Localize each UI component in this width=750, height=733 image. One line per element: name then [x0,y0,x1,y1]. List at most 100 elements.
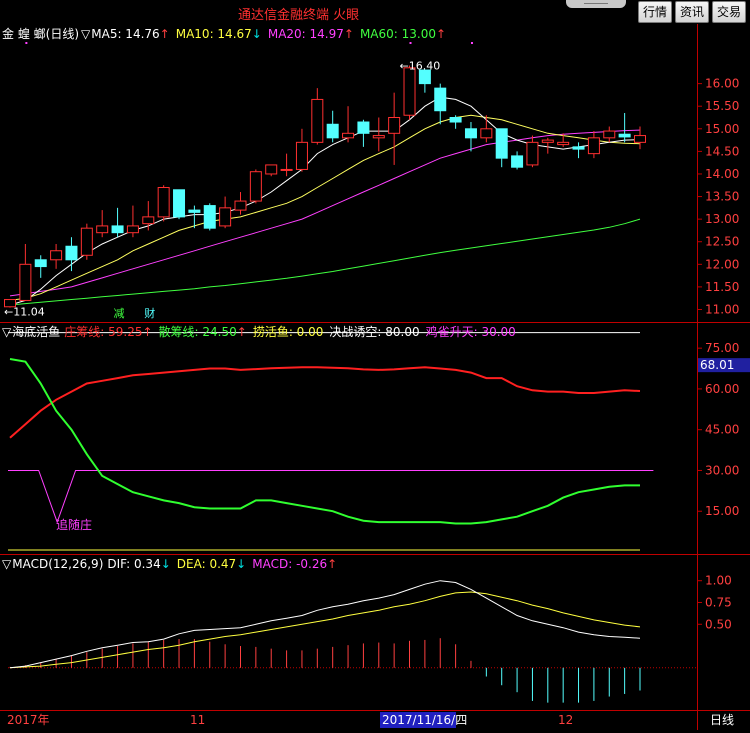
candle-body [65,245,78,261]
fish-indicator-1: 散筹线: 24.50↑ [159,325,247,339]
ma-indicator-2: MA20: 14.97↑ [268,27,354,41]
price-tick-label: 15.50 [705,99,739,113]
candle-body [111,225,124,234]
stock-name: 金 蝗 螂 [2,27,46,41]
candle-body [618,133,631,138]
trend-arrow-icon: ↓ [251,27,262,41]
fish-indicator-0: 庄筹线: 59.25↑ [64,325,152,339]
trend-arrow-icon: ↑ [327,557,338,571]
candle-body [603,130,616,139]
candle-body [372,135,385,139]
fish-panel-info: ▽海底活鱼 庄筹线: 59.25↑ 散筹线: 24.50↑ 捞活鱼: 0.00 决战诱空… [2,324,526,340]
high-price-label: ←16.40 [400,60,441,73]
fish-tick-label: 75.00 [705,341,739,355]
event-marker-finance: 财 [144,306,155,320]
candle-body [526,141,539,166]
trend-arrow-icon: ↑ [159,27,170,41]
follow-banker-annotation: 追随庄 [56,517,92,532]
candle-body [19,263,32,301]
ma-indicator-0: MA5: 14.76↑ [91,27,169,41]
ma20-line [9,129,641,297]
fish-indicator-label: 捞活鱼: 0.00 [252,325,324,339]
cursor-date: 2017/11/16/四 [382,713,467,727]
ma-indicator-label: MA60: 13.00 [359,27,436,41]
fish-indicator-label: 庄筹线: 59.25 [64,325,143,339]
collapse-icon[interactable]: ▽ [2,557,11,571]
ma-indicator-label: MA20: 14.97 [267,27,344,41]
price-tick-label: 12.50 [705,235,739,249]
macd-indicator-label: DIF: 0.34 [107,557,161,571]
price-tick-label: 11.50 [705,280,739,294]
price-tick-label: 11.00 [705,302,739,316]
trend-arrow-icon: ↓ [236,557,247,571]
window-drag-handle[interactable] [566,0,626,8]
candle-body [342,132,355,139]
macd-tick-label: 1.00 [705,574,732,588]
macd-indicator-2: MACD: -0.26↑ [252,557,337,571]
candle-body [357,121,370,134]
price-tick-label: 15.00 [705,122,739,136]
trend-arrow-icon: ↑ [142,325,153,339]
candle-body [557,141,570,146]
trend-arrow-icon: ↑ [436,27,447,41]
macd-tick-label: 0.75 [705,595,732,609]
retail-chips-line [9,358,640,525]
macd-indicator-1: DEA: 0.47↓ [177,557,246,571]
trade-button[interactable]: 交易 [712,1,747,23]
candle-body [587,137,600,155]
candle-body [449,117,462,123]
fish-tick-label: 45.00 [705,423,739,437]
candle-body [96,225,109,234]
kline-chart[interactable]: ←16.40 ←11.04 减 财 追随庄 16.00 15.50 15.00 14.50 1… [0,24,750,730]
signal-dot [25,42,28,44]
ma-indicator-1: MA10: 14.67↓ [176,27,262,41]
event-marker-reduce: 减 [114,307,125,320]
candle-body [80,227,93,256]
period-tag: (日线) [45,27,80,41]
price-tick-label: 16.00 [705,77,739,91]
price-tick-label: 14.50 [705,144,739,158]
candle-body [634,135,646,143]
ma5-line [9,96,641,306]
price-tick-label: 14.00 [705,167,739,181]
banker-chips-line [9,366,641,439]
macd-indicator-0: DIF: 0.34↓ [107,557,170,571]
current-value-label: 68.01 [700,358,734,372]
period-label[interactable]: 日线 [710,713,734,727]
candle-body [326,123,339,139]
ma-indicator-label: MA10: 14.67 [175,27,252,41]
candle-body [495,128,508,159]
collapse-icon[interactable]: ▽ [81,27,90,41]
candle-body [511,155,524,168]
collapse-icon[interactable]: ▽ [2,325,11,339]
top-bar: 通达信金融终端 火眼 行情 资讯 交易 [0,0,750,24]
chart-area[interactable]: ←16.40 ←11.04 减 财 追随庄 16.00 15.50 15.00 14.50 1… [0,24,750,730]
main-panel-info: 金 蝗 螂(日线) ▽MA5: 14.76↑ MA10: 14.67↓ MA20: 1… [2,26,456,42]
fish-indicator-label: 散筹线: 24.50 [158,325,237,339]
fish-tick-label: 15.00 [705,504,739,518]
signal-dot [470,42,473,44]
candle-body [265,164,278,175]
signal-dot [409,42,412,44]
trend-arrow-icon: ↓ [160,557,171,571]
candle-body [541,139,554,143]
candle-body [34,259,47,268]
candle-body [188,209,201,213]
fish-indicator-4: 鸡雀升天: 30.00 [426,325,516,339]
candle-body [434,87,447,112]
candle-body [572,146,585,150]
candle-body [50,250,63,261]
ma-indicator-3: MA60: 13.00↑ [360,27,446,41]
candle-body [311,98,324,143]
quotes-button[interactable]: 行情 [638,1,673,23]
candle-body [234,200,247,211]
macd-indicator-label: MACD: -0.26 [252,557,328,571]
news-button[interactable]: 资讯 [675,1,710,23]
dea-line [9,591,641,669]
candle-body [403,67,416,116]
macd-panel-name: MACD(12,26,9) [12,557,104,571]
candle-body [203,205,216,229]
fish-indicator-3: 决战诱空: 80.00 [329,325,419,339]
candle-body [219,207,232,227]
candle-body [249,171,262,202]
